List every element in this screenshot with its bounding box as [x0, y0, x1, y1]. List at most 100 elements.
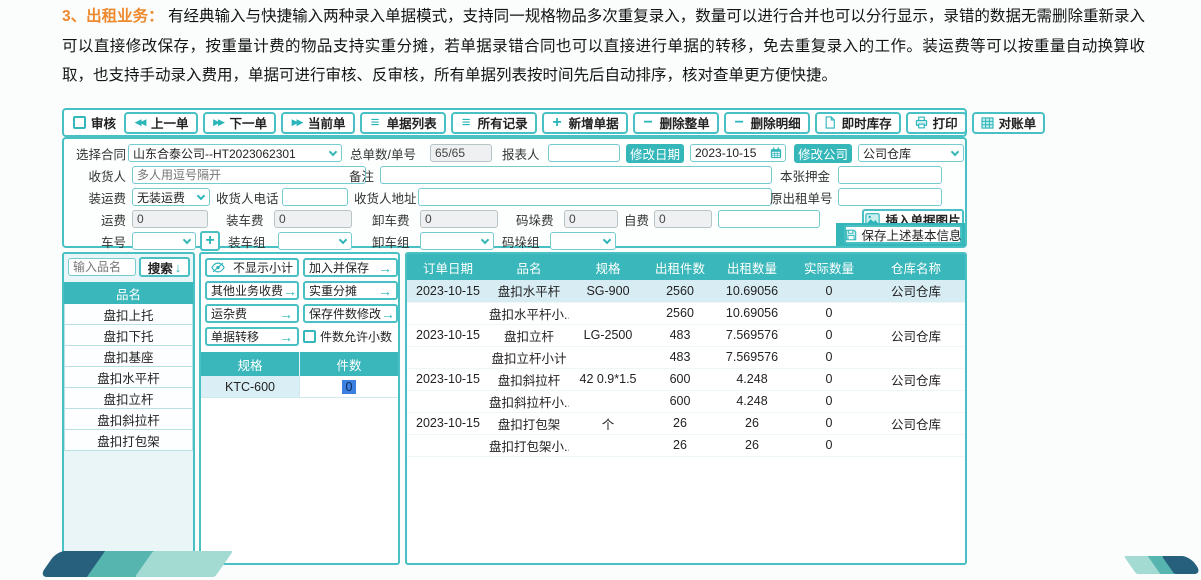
- product-item[interactable]: 盘扣上托: [64, 304, 193, 325]
- contract-select[interactable]: 山东合泰公司--HT2023062301: [128, 144, 342, 162]
- address-field[interactable]: [418, 188, 772, 206]
- loading-fee-field[interactable]: [274, 210, 352, 228]
- entry-actions-panel: 不显示小计 加入并保存→ 其他业务收费→ 实重分摊→ 运杂费→ 保存件数修改→ …: [199, 252, 400, 565]
- warehouse-value: 公司仓库: [863, 145, 911, 162]
- qty-cell[interactable]: 0: [300, 376, 398, 397]
- table-cell: 公司仓库: [867, 280, 965, 302]
- remark-field[interactable]: [380, 166, 772, 184]
- table-cell: 0: [791, 412, 867, 434]
- table-row[interactable]: 2023-10-15盘扣斜拉杆42 0.9*1.56004.2480公司仓库: [407, 368, 965, 390]
- unloading-group-select[interactable]: [420, 232, 494, 250]
- product-item[interactable]: 盘扣水平杆: [64, 367, 193, 388]
- freight-field[interactable]: [132, 210, 208, 228]
- intro-heading: 3、出租业务：: [62, 8, 164, 25]
- chevron-down-icon: [197, 192, 205, 200]
- weight-share-button[interactable]: 实重分摊→: [303, 281, 398, 300]
- audit-label: 审核: [91, 113, 116, 132]
- add-and-save-button[interactable]: 加入并保存→: [303, 258, 398, 277]
- misc-fee-button[interactable]: 运杂费→: [205, 304, 299, 323]
- stacking-fee-field[interactable]: [564, 210, 618, 228]
- arrow-right-icon: →: [378, 286, 392, 296]
- audit-checkbox-row[interactable]: 审核: [73, 113, 116, 132]
- table-row[interactable]: 2023-10-15盘扣水平杆SG-900256010.690560公司仓库: [407, 280, 965, 302]
- table-subtotal-row[interactable]: 盘扣立杆小计4837.5695760: [407, 346, 965, 368]
- order-list-button[interactable]: ≡单据列表: [360, 112, 446, 134]
- unloading-group-label: 卸车组: [372, 234, 416, 252]
- modify-company-button[interactable]: 修改公司: [794, 144, 852, 163]
- receiver-field[interactable]: [132, 166, 366, 184]
- table-cell: 4.248: [713, 390, 791, 412]
- original-bill-field[interactable]: [838, 188, 942, 206]
- add-vehicle-button[interactable]: +: [200, 231, 220, 251]
- table-cell: 0: [791, 346, 867, 368]
- column-header: 订单日期: [407, 254, 489, 280]
- transfer-order-button[interactable]: 单据转移→: [205, 327, 299, 346]
- table-subtotal-row[interactable]: 盘扣水平杆小...256010.690560: [407, 302, 965, 324]
- delete-order-button[interactable]: −删除整单: [633, 112, 719, 134]
- toolbar: 审核 ◀◀上一单▶▶下一单▶▶当前单≡单据列表≡所有记录+新增单据−删除整单−删…: [62, 108, 967, 137]
- down-arrow-icon: ↓: [175, 260, 182, 275]
- product-search-input[interactable]: [68, 258, 136, 276]
- arrow-right-icon: →: [283, 286, 297, 296]
- table-subtotal-row[interactable]: 盘扣斜拉杆小...6004.2480: [407, 390, 965, 412]
- table-cell: 盘扣立杆小计: [489, 346, 569, 368]
- orders-table: 订单日期品名规格出租件数出租数量实际数量仓库名称 2023-10-15盘扣水平杆…: [407, 254, 965, 457]
- save-basic-info-button[interactable]: 保存上述基本信息: [844, 225, 962, 244]
- shipping-fee-select[interactable]: 无装运费: [132, 188, 210, 206]
- table-cell: 10.69056: [713, 280, 791, 302]
- product-item[interactable]: 盘扣斜拉杆: [64, 409, 193, 430]
- modify-date-button[interactable]: 修改日期: [626, 144, 684, 163]
- product-item[interactable]: 盘扣打包架: [64, 430, 193, 451]
- phone-field[interactable]: [282, 188, 348, 206]
- total-count-field[interactable]: [430, 144, 492, 162]
- statement-button[interactable]: 对账单: [972, 112, 1046, 134]
- button-label: 当前单: [308, 113, 346, 132]
- delete-detail-button[interactable]: −删除明细: [724, 112, 810, 134]
- vehicle-select[interactable]: [132, 232, 196, 250]
- arrow-right-icon: →: [279, 332, 293, 342]
- minus-icon: −: [642, 118, 655, 128]
- unloading-fee-field[interactable]: [420, 210, 498, 228]
- table-cell: 0: [791, 302, 867, 324]
- prev-order-button[interactable]: ◀◀上一单: [124, 112, 198, 134]
- table-cell: 600: [647, 368, 713, 390]
- eye-off-icon: [211, 262, 225, 273]
- current-order-button[interactable]: ▶▶当前单: [281, 112, 355, 134]
- loading-group-select[interactable]: [278, 232, 352, 250]
- product-item[interactable]: 盘扣下托: [64, 325, 193, 346]
- hide-subtotal-button[interactable]: 不显示小计: [205, 258, 299, 277]
- save-qty-edit-button[interactable]: 保存件数修改→: [303, 304, 398, 323]
- search-button[interactable]: 搜索 ↓: [139, 257, 190, 277]
- warehouse-select[interactable]: 公司仓库: [858, 144, 964, 162]
- extra-field[interactable]: [718, 210, 820, 228]
- table-cell: 盘扣打包架小...: [489, 434, 569, 456]
- print-button[interactable]: 打印: [906, 112, 967, 134]
- table-row[interactable]: 2023-10-15盘扣立杆LG-25004837.5695760公司仓库: [407, 324, 965, 346]
- next-order-button[interactable]: ▶▶下一单: [203, 112, 277, 134]
- table-row[interactable]: 2023-10-15盘扣打包架个26260公司仓库: [407, 412, 965, 434]
- spec-table-row[interactable]: KTC-600 0: [201, 376, 398, 398]
- stacking-group-select[interactable]: [550, 232, 616, 250]
- table-subtotal-row[interactable]: 盘扣打包架小...26260: [407, 434, 965, 456]
- audit-checkbox[interactable]: [73, 116, 86, 129]
- product-item[interactable]: 盘扣立杆: [64, 388, 193, 409]
- table-cell: 26: [713, 434, 791, 456]
- self-fee-field[interactable]: [654, 210, 712, 228]
- product-item[interactable]: 盘扣基座: [64, 346, 193, 367]
- shipping-fee-value: 无装运费: [137, 189, 185, 206]
- other-fee-button[interactable]: 其他业务收费→: [205, 281, 299, 300]
- decimal-checkbox-row[interactable]: 件数允许小数: [303, 328, 392, 345]
- all-records-button[interactable]: ≡所有记录: [451, 112, 537, 134]
- decimal-checkbox[interactable]: [303, 330, 316, 343]
- add-order-button[interactable]: +新增单据: [542, 112, 628, 134]
- table-cell: [867, 434, 965, 456]
- calendar-icon: [770, 147, 782, 159]
- deposit-field[interactable]: [838, 166, 942, 184]
- table-cell: 42 0.9*1.5: [569, 368, 647, 390]
- instant-stock-button[interactable]: 即时库存: [815, 112, 901, 134]
- date-field[interactable]: 2023-10-15: [690, 144, 786, 162]
- button-label: 删除整单: [660, 113, 710, 132]
- reporter-field[interactable]: [548, 144, 620, 162]
- chevron-down-icon: [329, 148, 337, 156]
- table-cell: 0: [791, 368, 867, 390]
